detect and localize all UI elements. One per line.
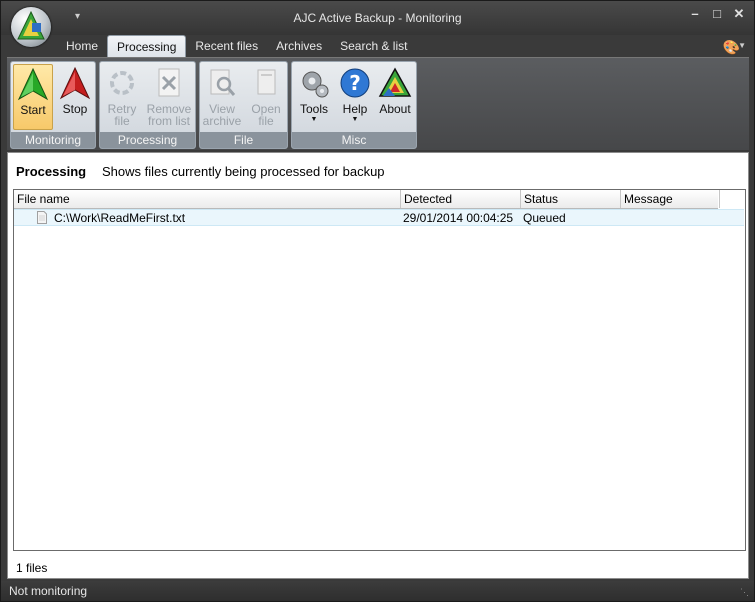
help-dropdown-icon: ▼	[351, 116, 359, 123]
ribbon-group-monitoring: Start Stop Monitoring	[10, 61, 96, 149]
start-button[interactable]: Start	[13, 64, 53, 130]
file-count: 1 files	[16, 561, 48, 575]
view-archive-icon	[210, 69, 236, 96]
page-description: Shows files currently being processed fo…	[102, 164, 385, 179]
text-file-icon	[37, 211, 47, 224]
open-file-button[interactable]: Open file	[246, 64, 286, 130]
stop-arrow-icon	[59, 66, 91, 100]
ribbon-group-file: View archive Open file File	[199, 61, 288, 149]
tab-archives[interactable]: Archives	[267, 35, 331, 57]
retry-icon	[110, 71, 134, 95]
about-label: About	[379, 102, 411, 116]
retry-label-2: file	[114, 114, 130, 128]
tab-home[interactable]: Home	[57, 35, 107, 57]
status-text: Not monitoring	[9, 584, 88, 598]
tools-button[interactable]: Tools ▼	[294, 64, 334, 130]
tab-processing[interactable]: Processing	[107, 35, 187, 57]
start-arrow-icon	[17, 67, 49, 101]
title-bar[interactable]: ▾ AJC Active Backup - Monitoring – □ ✕	[1, 1, 754, 35]
remove-from-list-button[interactable]: Remove from list	[144, 64, 194, 130]
page-title: Processing	[16, 164, 87, 179]
tab-search-list[interactable]: Search & list	[331, 35, 416, 57]
close-button[interactable]: ✕	[732, 7, 746, 21]
ribbon-group-misc: Tools ▼ ? Help ▼ About Misc	[291, 61, 417, 149]
cell-file-name: C:\Work\ReadMeFirst.txt	[54, 211, 186, 225]
maximize-button[interactable]: □	[710, 7, 724, 21]
column-header-file-name[interactable]: File name	[14, 190, 401, 208]
column-header-detected[interactable]: Detected	[401, 190, 521, 208]
ribbon: Start Stop Monitoring Retry file Remove …	[7, 57, 749, 150]
column-header-status[interactable]: Status	[521, 190, 621, 208]
open-file-icon	[257, 69, 276, 95]
open-label-2: file	[258, 114, 274, 128]
ribbon-tabs: Home Processing Recent files Archives Se…	[57, 35, 416, 57]
tab-recent-files[interactable]: Recent files	[186, 35, 267, 57]
resize-grip-icon[interactable]: ⋱	[740, 587, 750, 597]
view-label-2: archive	[202, 114, 242, 128]
cell-status: Queued	[523, 211, 566, 225]
help-label: Help	[342, 102, 368, 116]
app-window: ▾ AJC Active Backup - Monitoring – □ ✕ H…	[0, 0, 755, 602]
group-label-file: File	[200, 132, 287, 148]
processing-table[interactable]: File name Detected Status Message C:\Wor…	[13, 189, 746, 551]
table-row[interactable]: C:\Work\ReadMeFirst.txt 29/01/2014 00:04…	[14, 209, 744, 226]
start-label: Start	[20, 103, 46, 117]
svg-text:?: ?	[349, 71, 361, 95]
app-menu-orb-icon[interactable]	[11, 7, 51, 47]
group-label-processing: Processing	[100, 132, 195, 148]
remove-icon	[158, 68, 180, 97]
retry-file-button[interactable]: Retry file	[102, 64, 142, 130]
column-header-message[interactable]: Message	[621, 190, 720, 208]
ribbon-group-processing: Retry file Remove from list Processing	[99, 61, 196, 149]
about-button[interactable]: About	[375, 64, 415, 130]
triangle-logo-icon	[378, 67, 412, 97]
stop-button[interactable]: Stop	[55, 64, 95, 130]
stop-label: Stop	[62, 102, 88, 116]
status-bar: Not monitoring ⋱	[1, 581, 754, 601]
remove-label-2: from list	[148, 114, 190, 128]
tools-label: Tools	[299, 102, 328, 116]
help-icon: ?	[340, 68, 370, 98]
table-header: File name Detected Status Message	[14, 190, 720, 209]
tools-dropdown-icon: ▼	[310, 116, 318, 123]
view-archive-button[interactable]: View archive	[202, 64, 242, 130]
minimize-button[interactable]: –	[688, 7, 702, 21]
gears-icon	[302, 71, 329, 98]
content-panel: Processing Shows files currently being p…	[7, 152, 749, 579]
group-label-misc: Misc	[292, 132, 416, 148]
cell-detected: 29/01/2014 00:04:25	[403, 211, 514, 225]
window-title: AJC Active Backup - Monitoring	[293, 11, 462, 25]
style-dropdown-icon[interactable]: ▼	[738, 41, 746, 50]
help-button[interactable]: ? Help ▼	[335, 64, 375, 130]
group-label-monitoring: Monitoring	[11, 132, 95, 148]
window-controls: – □ ✕	[688, 7, 746, 21]
